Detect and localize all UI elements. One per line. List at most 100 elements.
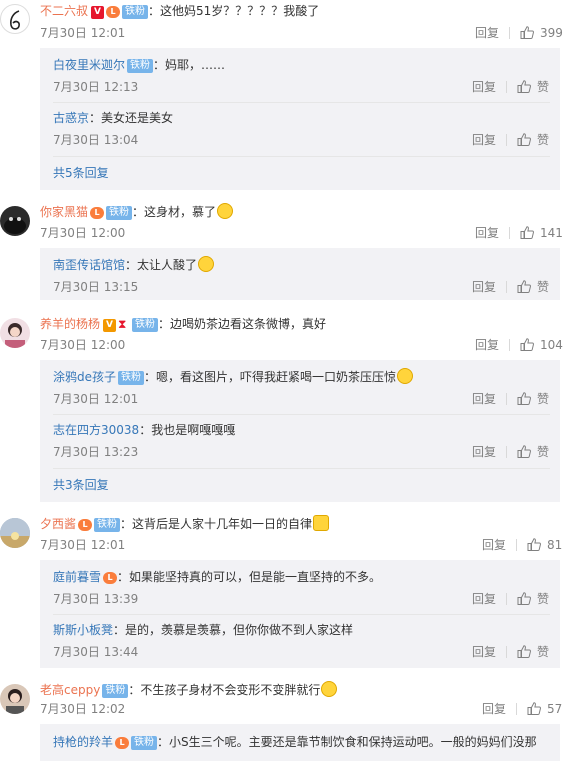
fan-badge[interactable]: 铁粉 (132, 318, 159, 332)
reply-divider (53, 156, 550, 157)
comment-text-line: 不二六叔 V L 铁粉 ：这他妈51岁？？？？？我酸了 (40, 2, 319, 20)
like-button[interactable]: 赞 (517, 592, 549, 606)
more-replies-link[interactable]: 共5条回复 (53, 164, 109, 182)
action-divider (516, 539, 518, 551)
like-button[interactable]: 赞 (517, 280, 549, 294)
fan-badge[interactable]: 铁粉 (118, 371, 145, 385)
like-count: 141 (540, 226, 563, 240)
action-divider (509, 27, 511, 39)
reply-button[interactable]: 回复 (472, 392, 496, 406)
reply-username[interactable]: 南歪传话馆馆 (53, 258, 125, 272)
reply-button[interactable]: 回复 (472, 80, 496, 94)
like-button[interactable]: 399 (520, 26, 563, 40)
reply-username[interactable]: 涂鸦de孩子 (53, 370, 116, 384)
like-button[interactable]: 141 (520, 226, 563, 240)
comment-username[interactable]: 夕西酱 (40, 517, 76, 531)
thumbs-up-icon (517, 445, 531, 458)
avatar[interactable] (0, 206, 30, 236)
comment-username[interactable]: 你家黑猫 (40, 205, 88, 219)
laugh-cry-emoji-icon (198, 256, 215, 272)
comment-username[interactable]: 不二六叔 (40, 4, 88, 18)
reply-separator: ： (125, 258, 138, 272)
reply-button[interactable]: 回复 (472, 445, 496, 459)
reply-username[interactable]: 庭前暮雪 (53, 570, 101, 584)
like-count: 81 (547, 538, 563, 552)
reply-text-line: 庭前暮雪 L ：如果能坚持真的可以，但是能一直坚持的不多。 (53, 568, 381, 586)
thumbs-up-icon (520, 338, 534, 351)
reply-button[interactable]: 回复 (472, 280, 496, 294)
like-count: 104 (540, 338, 563, 352)
comment-time: 7月30日 12:01 (40, 538, 126, 552)
like-button[interactable]: 赞 (517, 80, 549, 94)
comment-separator: ： (120, 517, 133, 531)
level-icon: L (103, 572, 118, 584)
like-label: 赞 (537, 80, 550, 94)
reply-divider (53, 614, 550, 615)
like-button[interactable]: 赞 (517, 445, 549, 459)
reply-list: 持枪的羚羊 L 铁粉 ：小S生三个呢。主要还是靠节制饮食和保持运动吧。一般的妈妈们没那 (40, 724, 560, 761)
comment-item: 你家黑猫 L 铁粉 ：这身材，慕了 7月30日 12:00 回复 141 南歪传话馆馆：… (0, 200, 576, 302)
fan-badge[interactable]: 铁粉 (122, 5, 149, 19)
reply-text: 小S生三个呢。主要还是靠节制饮食和保持运动吧。一般的妈妈们没那 (169, 735, 537, 749)
like-button[interactable]: 57 (527, 702, 562, 716)
action-divider (506, 593, 508, 605)
reply-divider (53, 468, 550, 469)
comment-text-line: 你家黑猫 L 铁粉 ：这身材，慕了 (40, 203, 234, 221)
reply-button[interactable]: 回复 (475, 26, 499, 40)
avatar[interactable] (0, 4, 30, 34)
reply-button[interactable]: 回复 (475, 338, 499, 352)
like-label: 赞 (537, 592, 550, 606)
action-divider (506, 446, 508, 458)
reply-actions: 回复 赞 (472, 278, 549, 296)
comment-text: 这他妈51岁？？？？？我酸了 (160, 4, 320, 18)
reply-text: 妈耶，…… (165, 58, 226, 72)
reply-time: 7月30日 13:39 (53, 592, 139, 606)
like-button[interactable]: 81 (527, 538, 562, 552)
reply-username[interactable]: 斯斯小板凳 (53, 623, 113, 637)
reply-list: 涂鸦de孩子 铁粉 ：嗯，看这图片，吓得我赶紧喝一口奶茶压压惊 7月30日 12:0… (40, 360, 560, 502)
reply-button[interactable]: 回复 (472, 645, 496, 659)
action-divider (509, 227, 511, 239)
action-divider (506, 81, 508, 93)
reply-username[interactable]: 志在四方30038 (53, 423, 139, 437)
fan-badge[interactable]: 铁粉 (106, 206, 133, 220)
reply-button[interactable]: 回复 (472, 592, 496, 606)
reply-username[interactable]: 持枪的羚羊 (53, 735, 113, 749)
reply-text: 嗯，看这图片，吓得我赶紧喝一口奶茶压压惊 (156, 370, 397, 384)
reply-text-line: 白夜里米迦尔 铁粉 ：妈耶，…… (53, 56, 225, 74)
reply-time: 7月30日 13:23 (53, 445, 139, 459)
reply-text: 美女还是美女 (101, 111, 174, 125)
thumbs-up-icon (527, 702, 541, 715)
comment-username[interactable]: 老高ceppy (40, 683, 100, 697)
fan-badge[interactable]: 铁粉 (94, 518, 121, 532)
comment-text-line: 夕西酱 L 铁粉 ：这背后是人家十几年如一日的自律 (40, 515, 330, 533)
thumbs-up-icon (527, 538, 541, 551)
fan-badge[interactable]: 铁粉 (102, 684, 129, 698)
like-button[interactable]: 赞 (517, 392, 549, 406)
reply-divider (53, 102, 550, 103)
reply-separator: ： (153, 58, 166, 72)
comment-username[interactable]: 养羊的杨杨 (40, 317, 100, 331)
like-button[interactable]: 赞 (517, 133, 549, 147)
comment-actions: 回复 141 (475, 224, 563, 242)
thumbs-up-emoji-icon (313, 515, 330, 531)
reply-button[interactable]: 回复 (482, 538, 506, 552)
reply-username[interactable]: 白夜里米迦尔 (53, 58, 125, 72)
thumbs-up-icon (517, 645, 531, 658)
comment-item: 养羊的杨杨 V ⧗ 铁粉 ：边喝奶茶边看这条微博，真好 7月30日 12:00 回复 10… (0, 312, 576, 504)
reply-separator: ： (117, 570, 130, 584)
avatar[interactable] (0, 518, 30, 548)
laugh-cry-emoji-icon (397, 368, 414, 384)
like-button[interactable]: 104 (520, 338, 563, 352)
reply-button[interactable]: 回复 (472, 133, 496, 147)
fan-badge[interactable]: 铁粉 (127, 59, 154, 73)
avatar[interactable] (0, 318, 30, 348)
avatar[interactable] (0, 684, 30, 714)
reply-button[interactable]: 回复 (482, 702, 506, 716)
reply-button[interactable]: 回复 (475, 226, 499, 240)
fan-badge[interactable]: 铁粉 (131, 736, 158, 750)
reply-username[interactable]: 古惑京 (53, 111, 89, 125)
comment-text: 不生孩子身材不会变形不变胖就行 (140, 683, 321, 697)
like-button[interactable]: 赞 (517, 645, 549, 659)
more-replies-link[interactable]: 共3条回复 (53, 476, 109, 494)
